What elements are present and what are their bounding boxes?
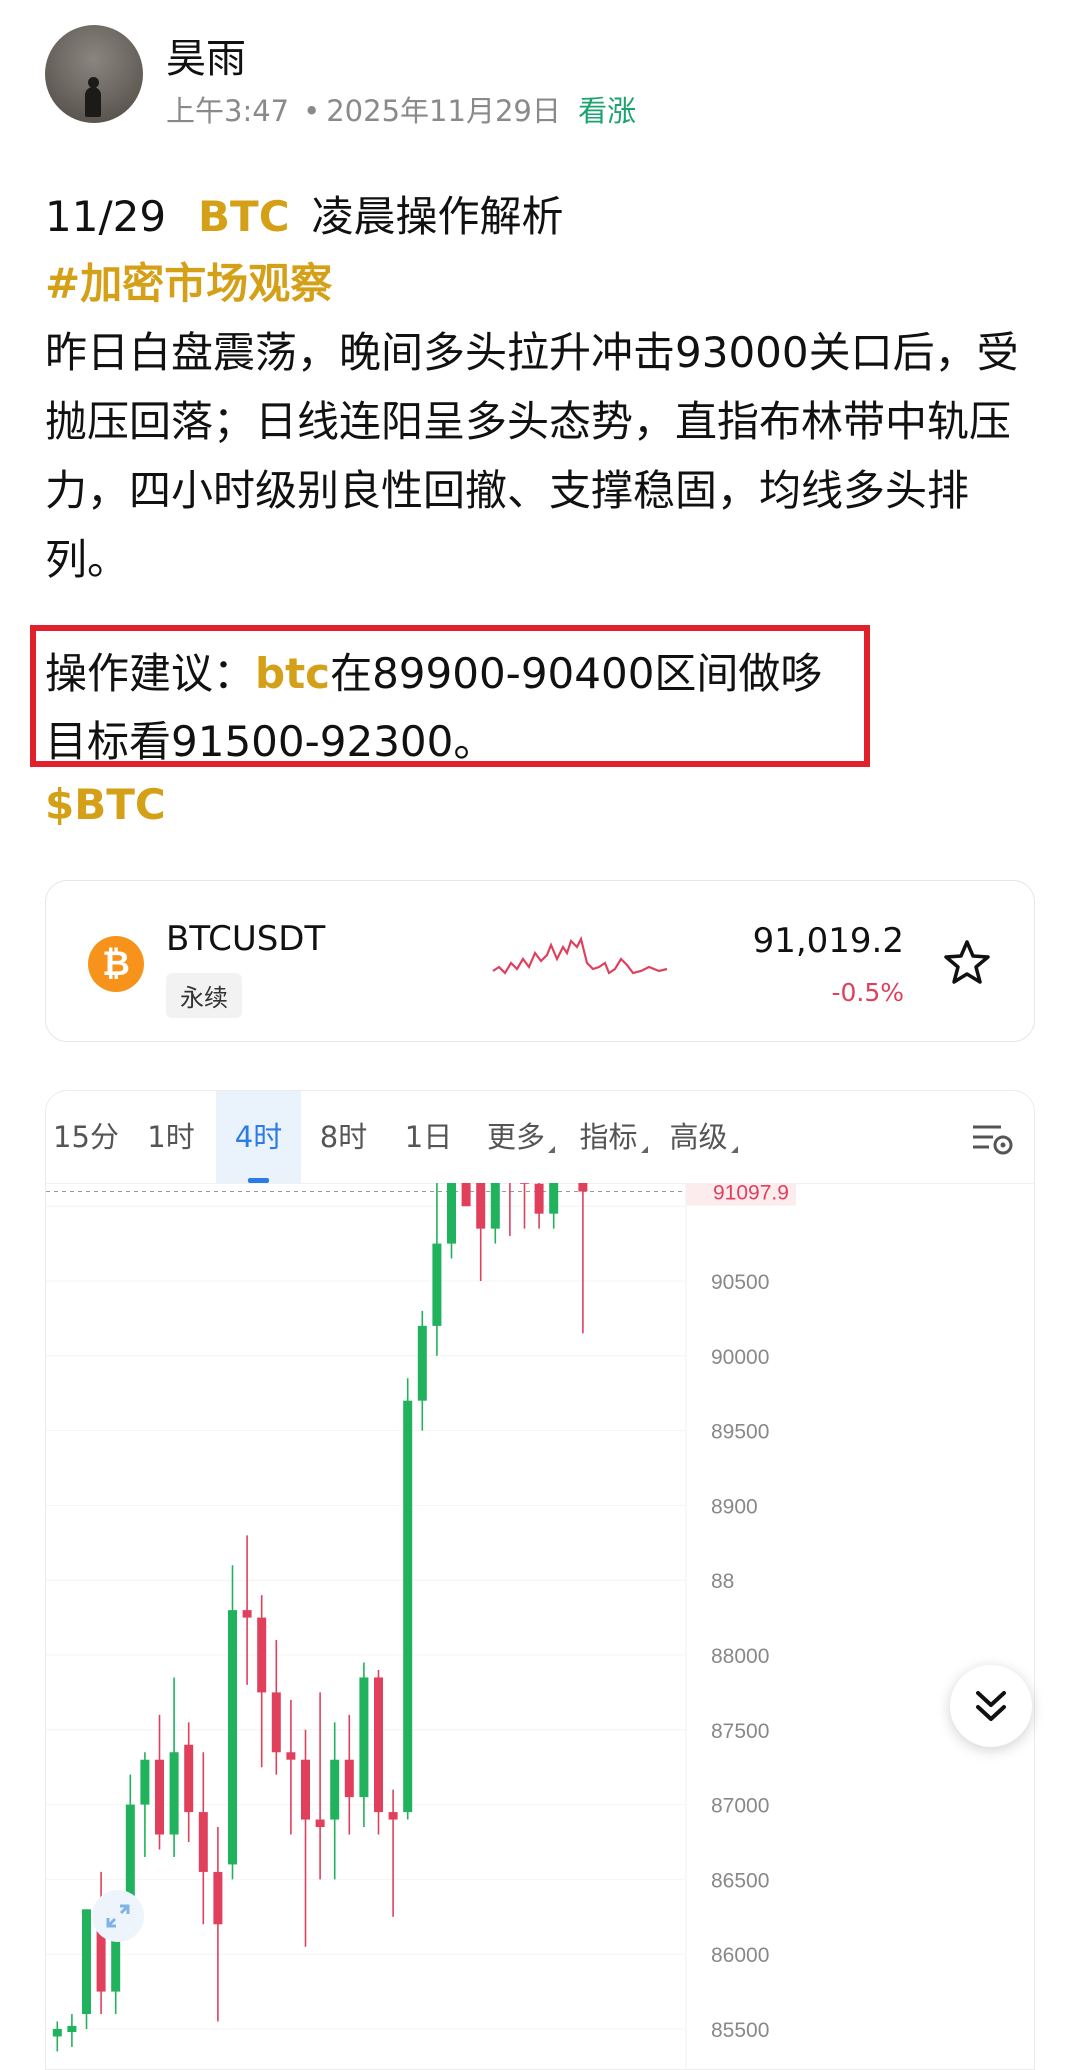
- expand-icon[interactable]: [92, 1890, 144, 1942]
- y-tick-label: 85500: [711, 2019, 769, 2042]
- ticker-change: -0.5%: [831, 978, 904, 1007]
- candle-body: [359, 1677, 369, 1798]
- sentiment-tag: 看涨: [578, 94, 637, 128]
- hashtag-link[interactable]: #加密市场观察: [45, 250, 332, 311]
- candle-body: [125, 1804, 135, 1902]
- favorite-star-icon[interactable]: [942, 937, 992, 987]
- candle-body: [169, 1752, 179, 1835]
- candle-body: [140, 1759, 150, 1805]
- candle-body: [52, 2029, 62, 2037]
- candle-body: [228, 1610, 237, 1865]
- advice-prefix: 操作建议：: [45, 649, 256, 698]
- candle-body: [549, 1183, 559, 1214]
- scroll-down-button[interactable]: [950, 1665, 1032, 1747]
- y-tick-label: 87500: [711, 1720, 769, 1743]
- bitcoin-icon: ₿: [88, 936, 144, 992]
- post-date: 2025年11月29日: [326, 94, 561, 128]
- y-tick-label: 8900: [711, 1495, 758, 1518]
- candle-body: [461, 1183, 471, 1207]
- advice-line-1: 操作建议：btc在89900-90400区间做哆: [45, 640, 822, 701]
- post-title: 11/29 BTC 凌晨操作解析: [45, 183, 564, 244]
- y-tick-label: 90500: [711, 1271, 769, 1294]
- tab-indicators[interactable]: 指标: [571, 1091, 656, 1183]
- candle-body: [67, 2026, 77, 2032]
- candle-body: [315, 1819, 325, 1828]
- tab-4h[interactable]: 4时: [216, 1091, 301, 1183]
- candle-body: [344, 1759, 354, 1798]
- candle-body: [578, 1183, 588, 1192]
- advice-rest: 在89900-90400区间做哆: [330, 649, 823, 698]
- candle-body: [330, 1759, 340, 1820]
- post-body: 昨日白盘震荡，晚间多头拉升冲击93000关口后，受抛压回落；日线连阳呈多头态势，…: [45, 328, 1019, 584]
- contract-type-badge: 永续: [166, 973, 242, 1018]
- candle-body: [447, 1183, 456, 1244]
- candle-body: [417, 1325, 427, 1401]
- dropdown-corner-icon: [730, 1146, 738, 1153]
- tab-more-label: 更多: [486, 1120, 545, 1154]
- post-time: 上午3:47: [166, 94, 290, 128]
- title-date: 11/29: [45, 192, 167, 241]
- current-price-label: 91097.9: [713, 1183, 789, 1205]
- dropdown-corner-icon: [548, 1146, 555, 1153]
- tab-indicators-label: 指标: [579, 1120, 638, 1154]
- double-chevron-down-icon: [976, 1691, 1006, 1721]
- title-coin-link[interactable]: BTC: [198, 192, 290, 241]
- candle-body: [490, 1183, 500, 1229]
- tab-advanced[interactable]: 高级: [656, 1091, 751, 1183]
- interval-tabs: 15分 1时 4时 8时 1日 更多 指标 高级: [46, 1091, 1034, 1184]
- tab-8h[interactable]: 8时: [301, 1091, 386, 1183]
- y-tick-label: 86000: [711, 1944, 769, 1967]
- y-tick-label: 90000: [711, 1346, 769, 1369]
- candle-body: [198, 1812, 208, 1872]
- candle-body: [184, 1744, 194, 1813]
- post-meta: 上午3:47 • 2025年11月29日 看涨: [166, 88, 636, 130]
- y-tick-label: 87000: [711, 1795, 769, 1818]
- candle-body: [388, 1812, 398, 1820]
- candle-body: [476, 1183, 486, 1229]
- candle-body: [242, 1610, 252, 1618]
- candle-body: [82, 1909, 91, 2015]
- candlestick-chart[interactable]: 9300092500920009150090500900008950089008…: [46, 1183, 1035, 2070]
- candle-body: [257, 1617, 267, 1693]
- candle-body: [520, 1183, 529, 1184]
- tab-1d[interactable]: 1日: [386, 1091, 471, 1183]
- ticker-card[interactable]: ₿ BTCUSDT 永续 91,019.2 -0.5%: [45, 880, 1035, 1042]
- candle-body: [374, 1677, 383, 1813]
- y-tick-label: 88000: [711, 1645, 769, 1668]
- sparkline: [492, 935, 668, 975]
- avatar[interactable]: [45, 25, 143, 123]
- candle-body: [271, 1692, 281, 1753]
- candle-body: [155, 1759, 164, 1835]
- author-name[interactable]: 昊雨: [166, 26, 246, 84]
- candle-body: [534, 1183, 544, 1214]
- tab-1h[interactable]: 1时: [126, 1091, 216, 1183]
- candle-body: [213, 1871, 223, 1925]
- chart-settings-icon[interactable]: [971, 1119, 1015, 1159]
- advice-line-2: 目标看91500-92300。: [45, 717, 496, 766]
- y-tick-label: 89500: [711, 1421, 769, 1444]
- tab-more[interactable]: 更多: [471, 1091, 571, 1183]
- meta-separator: •: [303, 94, 321, 128]
- dropdown-corner-icon: [640, 1146, 648, 1153]
- y-tick-label: 86500: [711, 1869, 769, 1892]
- tab-advanced-label: 高级: [669, 1120, 728, 1154]
- cashtag-link[interactable]: $BTC: [45, 780, 166, 829]
- ticker-symbol: BTCUSDT: [166, 919, 326, 959]
- candle-body: [301, 1759, 310, 1820]
- ticker-price: 91,019.2: [752, 921, 904, 961]
- candle-body: [286, 1752, 296, 1760]
- tab-15m[interactable]: 15分: [46, 1091, 126, 1183]
- candle-body: [403, 1400, 413, 1813]
- advice-coin-link[interactable]: btc: [255, 649, 330, 698]
- candle-body: [432, 1243, 442, 1326]
- title-text: 凌晨操作解析: [311, 192, 564, 241]
- chart-panel: 15分 1时 4时 8时 1日 更多 指标 高级 930009250092000…: [45, 1090, 1035, 2070]
- y-tick-label: 88: [711, 1570, 734, 1593]
